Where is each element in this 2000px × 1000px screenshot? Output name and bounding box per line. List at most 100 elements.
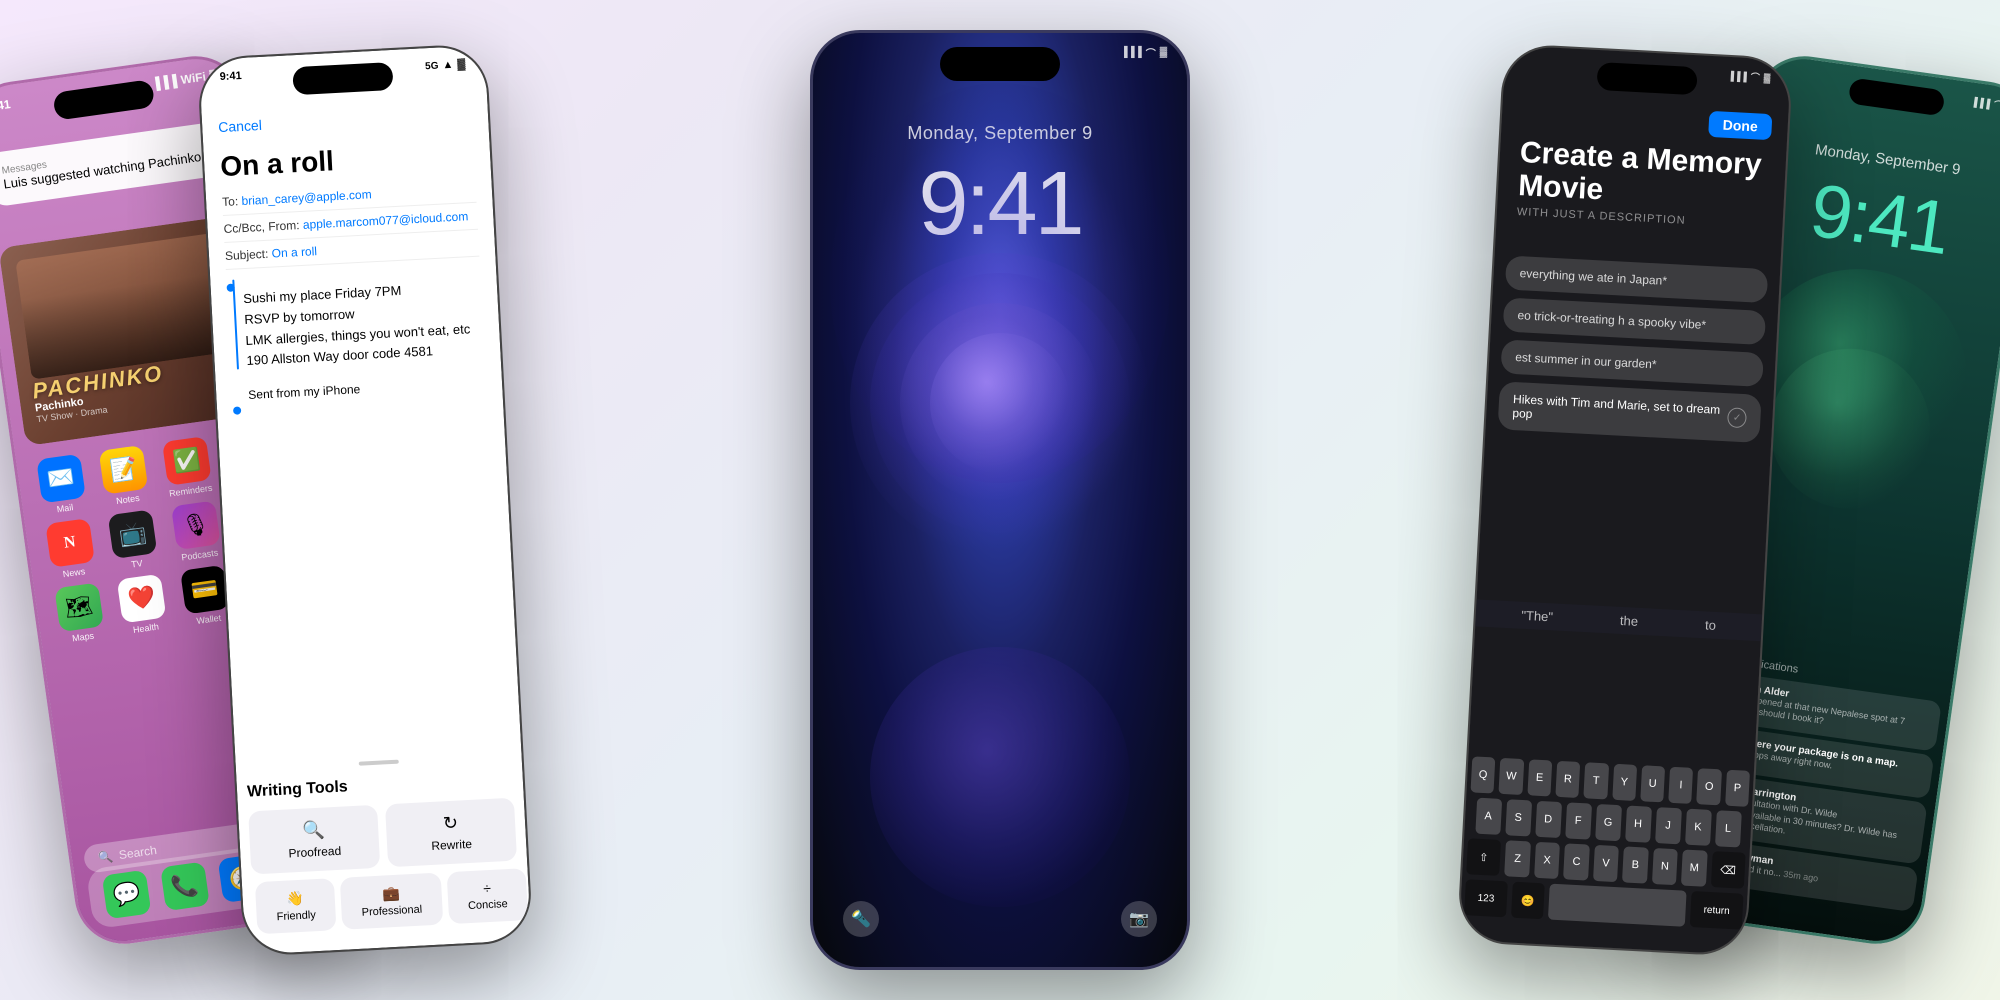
rewrite-icon: ↻ — [442, 813, 458, 835]
app-maps[interactable]: 🗺 Maps — [54, 582, 106, 645]
keyboard-row-4: 123 😊 return — [1464, 879, 1744, 930]
key-I[interactable]: I — [1668, 767, 1693, 804]
phone-5-wifi-icon: ⌒ — [1993, 98, 2000, 112]
key-U[interactable]: U — [1640, 765, 1665, 802]
phone-4-wrapper: ▐▐▐ ⌒ ▓ Done Create a Memory Movie WITH … — [1457, 43, 1794, 957]
dock-phone[interactable]: 📞 — [160, 861, 210, 911]
app-podcasts-label: Podcasts — [181, 547, 219, 562]
app-news[interactable]: N News — [45, 518, 97, 581]
key-123[interactable]: 123 — [1464, 879, 1508, 917]
orb-layer-4 — [930, 333, 1070, 473]
key-emoji[interactable]: 😊 — [1511, 882, 1545, 920]
key-Z[interactable]: Z — [1504, 840, 1530, 877]
phone-3-camera-icon[interactable]: 📷 — [1121, 901, 1157, 937]
phone-4-wifi-icon: ⌒ — [1750, 70, 1760, 83]
key-F[interactable]: F — [1565, 802, 1592, 839]
phone-2: 9:41 5G ▲ ▓ Cancel On a roll To: brian_c… — [197, 43, 534, 957]
phone-2-wt-concise[interactable]: ÷ Concise — [446, 868, 528, 924]
phones-container: 9:41 ▐▐▐ WiFi ▓ Messages Luis suggested … — [0, 0, 2000, 1000]
suggestion-the-quoted[interactable]: "The" — [1521, 608, 1553, 625]
app-podcasts[interactable]: 🎙 Podcasts — [171, 500, 223, 563]
phone-3-flashlight-icon[interactable]: 🔦 — [843, 901, 879, 937]
key-L[interactable]: L — [1715, 810, 1742, 847]
signal-icon: ▐▐▐ — [151, 74, 178, 91]
dock-messages[interactable]: 💬 — [102, 870, 152, 920]
phone-5-status-icons: ▐▐▐ ⌒ ▓ — [1970, 94, 2000, 113]
app-reminders[interactable]: ✅ Reminders — [162, 436, 214, 499]
phone-2-wt-proofread[interactable]: 🔍 Proofread — [248, 805, 380, 875]
phone-2-cancel[interactable]: Cancel — [218, 106, 472, 135]
key-Y[interactable]: Y — [1612, 764, 1637, 801]
phone-3-bottom-orb — [870, 647, 1130, 907]
phone-2-wt-rewrite[interactable]: ↻ Rewrite — [385, 798, 517, 868]
key-G[interactable]: G — [1595, 804, 1622, 841]
app-wallet-label: Wallet — [196, 613, 222, 626]
phone-4-input-bubble[interactable]: Hikes with Tim and Marie, set to dream p… — [1498, 381, 1762, 443]
key-shift[interactable]: ⇧ — [1466, 838, 1501, 876]
key-R[interactable]: R — [1555, 761, 1580, 798]
key-X[interactable]: X — [1534, 842, 1560, 879]
app-maps-label: Maps — [71, 631, 94, 644]
suggestion-the[interactable]: the — [1620, 613, 1639, 629]
app-notes[interactable]: 📝 Notes — [99, 445, 151, 508]
phone-3: ▐▐▐ ⌒ ▓ Monday, September 9 9:41 — [810, 30, 1190, 970]
concise-icon: ÷ — [483, 880, 492, 896]
key-return[interactable]: return — [1690, 891, 1744, 930]
phone-2-from-address: apple.marcom077@icloud.com — [302, 209, 468, 232]
key-N[interactable]: N — [1652, 848, 1678, 885]
phone-2-body-text[interactable]: Sushi my place Friday 7PMRSVP by tomorro… — [243, 277, 485, 373]
key-V[interactable]: V — [1593, 845, 1619, 882]
suggestion-to[interactable]: to — [1705, 617, 1717, 633]
phone-2-subject-value: On a roll — [271, 244, 317, 260]
key-O[interactable]: O — [1697, 768, 1722, 805]
key-H[interactable]: H — [1625, 805, 1652, 842]
phone-4-title-block: Create a Memory Movie WITH JUST A DESCRI… — [1517, 136, 1767, 231]
key-S[interactable]: S — [1505, 799, 1532, 836]
app-reminders-label: Reminders — [168, 483, 212, 499]
app-mail-label: Mail — [56, 502, 74, 514]
phone-2-professional-label: Professional — [361, 904, 422, 919]
key-W[interactable]: W — [1499, 758, 1524, 795]
app-news-label: News — [62, 566, 86, 579]
phone-1-time: 9:41 — [0, 97, 11, 114]
phone-4-done-button[interactable]: Done — [1708, 111, 1772, 140]
notes-icon: 📝 — [99, 445, 149, 495]
phone-2-wt-professional[interactable]: 💼 Professional — [340, 873, 443, 930]
phone-3-signal-icon: ▐▐▐ — [1120, 47, 1141, 58]
key-Q[interactable]: Q — [1471, 756, 1496, 793]
phone-2-time: 9:41 — [219, 70, 242, 83]
key-D[interactable]: D — [1535, 801, 1562, 838]
key-E[interactable]: E — [1527, 759, 1552, 796]
phone-2-email-compose: Cancel On a roll To: brian_carey@apple.c… — [218, 106, 487, 415]
phone-2-rewrite-label: Rewrite — [431, 837, 472, 853]
key-P[interactable]: P — [1725, 770, 1750, 807]
phone-2-body-wrapper: Sushi my place Friday 7PMRSVP by tomorro… — [242, 267, 486, 402]
app-mail[interactable]: ✉️ Mail — [36, 454, 88, 517]
phone-2-signature: Sent from my iPhone — [248, 376, 486, 402]
camera-icon-circle: 📷 — [1121, 901, 1157, 937]
phone-2-friendly-label: Friendly — [276, 909, 316, 923]
key-C[interactable]: C — [1563, 843, 1589, 880]
phone-2-drag-handle — [359, 760, 399, 766]
key-A[interactable]: A — [1475, 798, 1502, 835]
key-M[interactable]: M — [1681, 850, 1707, 887]
phone-2-wrapper: 9:41 5G ▲ ▓ Cancel On a roll To: brian_c… — [197, 43, 534, 957]
phone-4: ▐▐▐ ⌒ ▓ Done Create a Memory Movie WITH … — [1457, 43, 1794, 957]
phone-4-signal-icon: ▐▐▐ — [1727, 70, 1747, 81]
key-space[interactable] — [1548, 884, 1687, 927]
phone-2-concise-label: Concise — [468, 898, 508, 912]
phone-4-screen: ▐▐▐ ⌒ ▓ Done Create a Memory Movie WITH … — [1459, 45, 1792, 955]
key-J[interactable]: J — [1655, 807, 1682, 844]
phone-2-battery-icon: ▓ — [457, 58, 466, 70]
app-tv-label: TV — [131, 558, 144, 570]
proofread-icon: 🔍 — [302, 820, 325, 842]
key-K[interactable]: K — [1685, 809, 1712, 846]
phone-2-wt-friendly[interactable]: 👋 Friendly — [255, 878, 337, 934]
app-tv[interactable]: 📺 TV — [108, 509, 160, 572]
key-T[interactable]: T — [1584, 762, 1609, 799]
phone-2-proofread-label: Proofread — [288, 844, 341, 861]
app-health[interactable]: ❤️ Health — [117, 574, 169, 637]
key-B[interactable]: B — [1622, 846, 1648, 883]
key-delete[interactable]: ⌫ — [1711, 851, 1746, 889]
flashlight-icon-circle: 🔦 — [843, 901, 879, 937]
